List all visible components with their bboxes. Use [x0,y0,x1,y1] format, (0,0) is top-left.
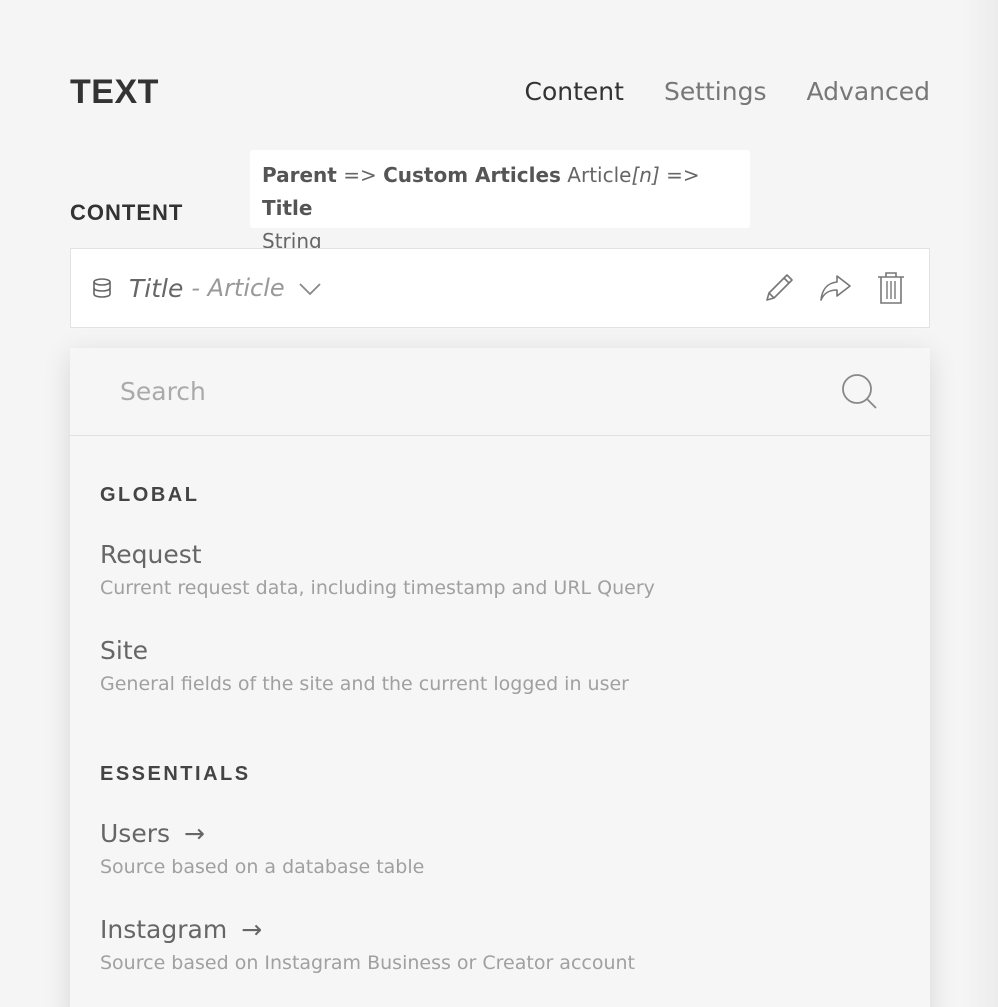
item-description: Source based on a database table [100,856,425,878]
panel-title: TEXT [70,73,159,111]
path-field: Title [262,196,313,220]
source-item-users[interactable]: Users → Source based on a database table [100,819,900,878]
search-bar [70,348,930,436]
item-title-row: Users → [100,819,900,848]
source-item-instagram[interactable]: Instagram → Source based on Instagram Bu… [100,915,900,974]
search-icon[interactable] [840,372,880,412]
panel-tabs: Content Settings Advanced [525,70,930,114]
item-description: General fields of the site and the curre… [100,673,629,695]
source-item-site[interactable]: Site General fields of the site and the … [100,636,900,695]
item-title: Request [100,540,202,569]
tab-settings[interactable]: Settings [664,70,767,114]
group-heading-global: GLOBAL [100,484,200,506]
tab-advanced[interactable]: Advanced [807,70,931,114]
field-value: Title [129,273,184,303]
path-arrow-1: => [336,163,384,187]
group-heading-essentials: ESSENTIALS [100,763,251,785]
path-source: Custom Articles [383,163,561,187]
source-path-tooltip: Parent => Custom Articles Article[n] => … [250,150,750,253]
field-actions [761,270,909,306]
database-icon [93,278,111,298]
source-path: Parent => Custom Articles Article[n] => … [262,159,738,225]
trash-icon[interactable] [873,270,909,306]
share-arrow-icon[interactable] [817,270,853,306]
path-type: Article [560,163,632,187]
item-title: Site [100,636,148,665]
dynamic-content-field[interactable]: Title - Article [70,248,930,328]
item-title: Instagram [100,915,228,944]
item-description: Current request data, including timestam… [100,577,655,599]
content-section-label: CONTENT [70,200,184,225]
arrow-right-icon: → [184,819,205,848]
item-title: Users [100,819,171,848]
path-parent: Parent [262,163,337,187]
arrow-right-icon: → [241,915,263,944]
panel-header: TEXT Content Settings Advanced [70,70,930,114]
chevron-down-icon[interactable] [297,275,323,301]
field-source-label: - Article [191,274,285,302]
path-index: [n] [631,163,660,187]
panel-edge-shadow [962,0,998,1007]
tab-content[interactable]: Content [525,70,624,114]
pencil-icon[interactable] [761,270,797,306]
source-item-request[interactable]: Request Current request data, including … [100,540,900,599]
item-title-row: Instagram → [100,915,900,944]
item-description: Source based on Instagram Business or Cr… [100,952,636,974]
search-input[interactable] [120,377,840,406]
path-arrow-2: => [659,163,700,187]
source-dropdown: GLOBAL Request Current request data, inc… [70,348,930,1007]
